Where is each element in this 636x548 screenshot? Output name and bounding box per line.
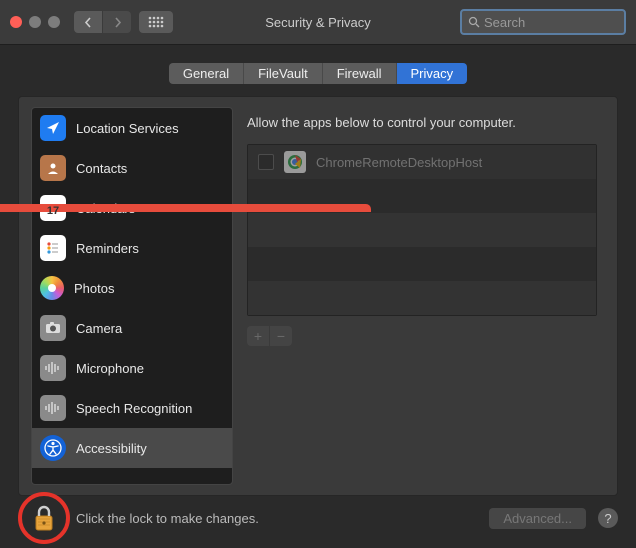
lock-highlight-ring	[18, 492, 70, 544]
app-list: ChromeRemoteDesktopHost	[247, 144, 597, 316]
chevron-right-icon	[113, 17, 122, 28]
tab-general[interactable]: General	[169, 63, 244, 84]
chevron-left-icon	[84, 17, 93, 28]
sidebar-item-reminders[interactable]: Reminders	[32, 228, 232, 268]
lock-text: Click the lock to make changes.	[76, 511, 259, 526]
window-title: Security & Privacy	[265, 15, 370, 30]
speech-icon	[40, 395, 66, 421]
lock-icon[interactable]	[32, 504, 56, 532]
sidebar-item-calendars[interactable]: 17 Calendars	[32, 188, 232, 228]
nav-buttons	[74, 11, 131, 33]
titlebar: Security & Privacy Search	[0, 0, 636, 45]
help-button[interactable]: ?	[598, 508, 618, 528]
sidebar-item-label: Speech Recognition	[76, 401, 192, 416]
close-button[interactable]	[10, 16, 22, 28]
calendar-icon: 17	[40, 195, 66, 221]
content-panel: Location Services Contacts 17 Calendars …	[18, 96, 618, 496]
sidebar-item-speech[interactable]: Speech Recognition	[32, 388, 232, 428]
location-icon	[40, 115, 66, 141]
tab-firewall[interactable]: Firewall	[323, 63, 397, 84]
app-name: ChromeRemoteDesktopHost	[316, 155, 482, 170]
accessibility-icon	[40, 435, 66, 461]
footer: Click the lock to make changes. Advanced…	[0, 488, 636, 548]
sidebar-item-label: Location Services	[76, 121, 179, 136]
camera-icon	[40, 315, 66, 341]
search-icon	[468, 16, 480, 28]
sidebar-item-photos[interactable]: Photos	[32, 268, 232, 308]
tab-privacy[interactable]: Privacy	[397, 63, 468, 84]
microphone-icon	[40, 355, 66, 381]
zoom-button[interactable]	[48, 16, 60, 28]
sidebar-item-location[interactable]: Location Services	[32, 108, 232, 148]
app-row: ChromeRemoteDesktopHost	[248, 145, 596, 179]
sidebar-item-label: Microphone	[76, 361, 144, 376]
search-placeholder: Search	[484, 15, 525, 30]
contacts-icon	[40, 155, 66, 181]
forward-button[interactable]	[103, 11, 131, 33]
section-description: Allow the apps below to control your com…	[247, 111, 597, 144]
add-remove-controls: + −	[247, 326, 597, 346]
sidebar-item-label: Photos	[74, 281, 114, 296]
tab-filevault[interactable]: FileVault	[244, 63, 323, 84]
sidebar-item-contacts[interactable]: Contacts	[32, 148, 232, 188]
photos-icon	[40, 276, 64, 300]
minimize-button[interactable]	[29, 16, 41, 28]
show-all-button[interactable]	[139, 11, 173, 33]
window-controls	[10, 16, 60, 28]
sidebar-item-label: Accessibility	[76, 441, 147, 456]
app-checkbox[interactable]	[258, 154, 274, 170]
reminders-icon	[40, 235, 66, 261]
tab-bar: General FileVault Firewall Privacy	[0, 45, 636, 92]
search-input[interactable]: Search	[460, 9, 626, 35]
sidebar-item-label: Camera	[76, 321, 122, 336]
chrome-remote-desktop-icon	[284, 151, 306, 173]
privacy-sidebar: Location Services Contacts 17 Calendars …	[31, 107, 233, 485]
remove-button[interactable]: −	[270, 326, 292, 346]
advanced-button[interactable]: Advanced...	[489, 508, 586, 529]
grid-icon	[148, 16, 164, 28]
sidebar-item-label: Reminders	[76, 241, 139, 256]
sidebar-item-microphone[interactable]: Microphone	[32, 348, 232, 388]
sidebar-item-camera[interactable]: Camera	[32, 308, 232, 348]
add-button[interactable]: +	[247, 326, 270, 346]
back-button[interactable]	[74, 11, 102, 33]
sidebar-item-accessibility[interactable]: Accessibility	[32, 428, 232, 468]
sidebar-item-label: Contacts	[76, 161, 127, 176]
main-area: Allow the apps below to control your com…	[233, 107, 605, 485]
